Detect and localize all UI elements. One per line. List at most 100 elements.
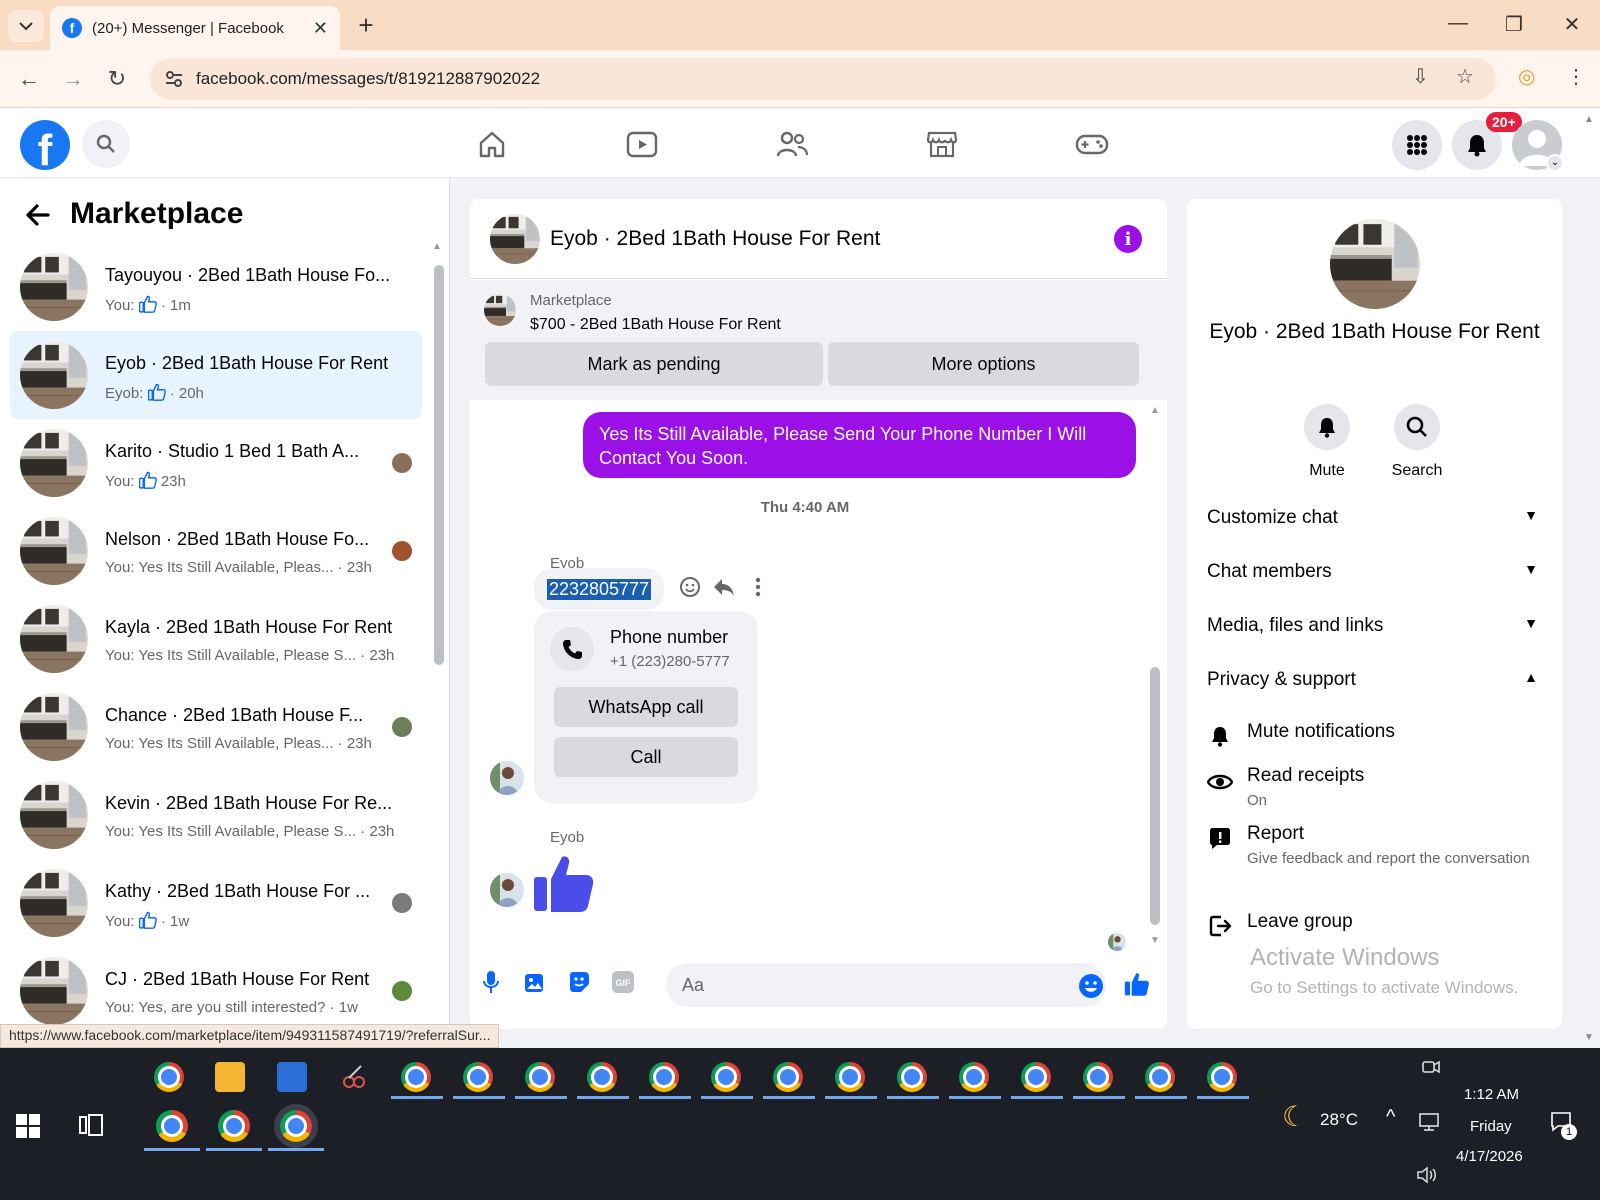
microphone-icon[interactable] [478, 969, 504, 995]
clock-day[interactable]: Friday [1470, 1118, 1512, 1135]
selected-phone-text[interactable]: 2232805777 [546, 578, 652, 600]
taskbar-app-icon[interactable] [339, 1062, 369, 1092]
send-like-icon[interactable] [1124, 971, 1150, 997]
back-icon[interactable]: ← [14, 64, 44, 94]
clock-date[interactable]: 4/17/2026 [1456, 1148, 1523, 1165]
conversation-item[interactable]: CJ · 2Bed 1Bath House For Rent You: Yes, … [10, 947, 422, 1035]
url-field[interactable]: facebook.com/messages/t/819212887902022 [150, 58, 1496, 100]
chat-scroll-up-icon[interactable]: ▲ [1150, 405, 1160, 416]
taskbar-app-icon[interactable] [463, 1062, 493, 1092]
taskbar-app-icon[interactable] [1207, 1062, 1237, 1092]
back-arrow-icon[interactable] [24, 201, 52, 237]
page-scroll-down-icon[interactable]: ▼ [1584, 1032, 1594, 1043]
customize-chat-section[interactable]: Customize chat ▼ [1207, 507, 1542, 529]
sticker-icon[interactable] [566, 969, 592, 995]
listing-small-thumbnail[interactable] [484, 294, 516, 326]
taskbar-app-icon[interactable] [835, 1062, 865, 1092]
menu-kebab-icon[interactable]: ⋮ [1566, 64, 1586, 89]
listing-title[interactable]: $700 - 2Bed 1Bath House For Rent [530, 316, 781, 334]
chat-title[interactable]: Eyob · 2Bed 1Bath House For Rent [550, 227, 880, 251]
outgoing-message[interactable]: Yes Its Still Available, Please Send You… [583, 412, 1136, 478]
taskbar-app-icon[interactable] [711, 1062, 741, 1092]
conversation-item[interactable]: Chance · 2Bed 1Bath House F... You: Yes I… [10, 683, 422, 771]
search-icon[interactable] [82, 120, 130, 168]
taskbar-pinned-chrome-icon[interactable] [156, 1110, 188, 1142]
conversation-item[interactable]: Eyob · 2Bed 1Bath House For Rent Eyob: · … [10, 331, 422, 419]
taskbar-pinned-chrome-icon[interactable] [218, 1110, 250, 1142]
conversation-item[interactable]: Tayouyou · 2Bed 1Bath House Fo... You: · … [10, 243, 422, 331]
marketplace-icon[interactable] [922, 126, 962, 162]
taskbar-pinned-chrome-icon[interactable] [274, 1104, 318, 1148]
listing-thumbnail[interactable] [490, 214, 540, 264]
taskbar-app-icon[interactable] [773, 1062, 803, 1092]
close-tab-icon[interactable]: ✕ [313, 18, 328, 39]
taskbar-app-icon[interactable] [525, 1062, 555, 1092]
home-icon[interactable] [472, 126, 512, 162]
clock-time[interactable]: 1:12 AM [1464, 1086, 1519, 1103]
chat-scroll-down-icon[interactable]: ▼ [1150, 935, 1160, 946]
taskbar-app-icon[interactable] [401, 1062, 431, 1092]
sidebar-scrollbar[interactable] [434, 265, 444, 665]
mute-action[interactable]: Mute [1287, 404, 1367, 480]
conversation-item[interactable]: Karito · Studio 1 Bed 1 Bath A... You: 23… [10, 419, 422, 507]
page-scroll-up-icon[interactable]: ▲ [1584, 114, 1594, 125]
taskbar-app-icon[interactable] [1083, 1062, 1113, 1092]
windows-start-icon[interactable] [16, 1114, 40, 1138]
show-hidden-icons-icon[interactable]: ^ [1386, 1106, 1395, 1129]
tab-list-button[interactable] [8, 10, 44, 42]
sender-avatar-2[interactable] [490, 873, 524, 907]
mark-as-pending-button[interactable]: Mark as pending [485, 342, 823, 386]
taskbar-app-icon[interactable] [897, 1062, 927, 1092]
call-button[interactable]: Call [554, 737, 738, 777]
minimize-icon[interactable]: — [1444, 12, 1472, 35]
menu-grid-icon[interactable] [1392, 120, 1442, 170]
sender-avatar[interactable] [490, 761, 524, 795]
incoming-message[interactable]: 2232805777 [534, 568, 664, 610]
taskbar-app-icon[interactable] [959, 1062, 989, 1092]
privacy-support-section[interactable]: Privacy & support ▲ [1207, 669, 1542, 691]
media-files-links-section[interactable]: Media, files and links ▼ [1207, 615, 1542, 637]
whatsapp-call-button[interactable]: WhatsApp call [554, 687, 738, 727]
bookmark-star-icon[interactable]: ☆ [1456, 64, 1474, 89]
message-input[interactable]: Aa [666, 963, 1106, 1007]
watch-icon[interactable] [622, 126, 662, 162]
bell-icon[interactable] [1304, 404, 1350, 450]
temperature[interactable]: 28°C [1320, 1110, 1358, 1130]
account-chevron-icon[interactable]: ⌄ [1546, 154, 1564, 172]
more-actions-icon[interactable] [746, 575, 770, 599]
install-app-icon[interactable]: ⇩ [1412, 64, 1429, 89]
emoji-icon[interactable] [1078, 973, 1104, 999]
chat-members-section[interactable]: Chat members ▼ [1207, 561, 1542, 583]
friends-icon[interactable] [772, 126, 812, 162]
forward-icon[interactable]: → [58, 64, 88, 94]
listing-avatar[interactable] [1330, 219, 1420, 309]
network-icon[interactable] [1418, 1112, 1440, 1137]
conversation-item[interactable]: Nelson · 2Bed 1Bath House Fo... You: Yes … [10, 507, 422, 595]
more-options-button[interactable]: More options [828, 342, 1139, 386]
restore-icon[interactable]: ❐ [1500, 12, 1528, 37]
task-view-icon[interactable] [78, 1112, 104, 1143]
react-emoji-icon[interactable] [678, 575, 702, 599]
gaming-icon[interactable] [1072, 126, 1112, 162]
conversation-item[interactable]: Kayla · 2Bed 1Bath House For Rent You: Ye… [10, 595, 422, 683]
photo-icon[interactable] [522, 969, 548, 995]
chat-scrollbar[interactable] [1150, 667, 1160, 925]
thumbs-up-like-icon[interactable] [532, 851, 596, 920]
taskbar-app-icon[interactable] [587, 1062, 617, 1092]
close-window-icon[interactable]: ✕ [1558, 12, 1586, 37]
conversation-item[interactable]: Kevin · 2Bed 1Bath House For Re... You: Y… [10, 771, 422, 859]
taskbar-app-icon[interactable] [1145, 1062, 1175, 1092]
reply-icon[interactable] [712, 575, 736, 599]
search-in-chat-icon[interactable] [1394, 404, 1440, 450]
info-icon[interactable]: i [1114, 225, 1142, 253]
browser-tab[interactable]: f (20+) Messenger | Facebook ✕ [50, 6, 340, 50]
weather-moon-icon[interactable]: ☾ [1282, 1100, 1307, 1133]
taskbar-app-icon[interactable] [649, 1062, 679, 1092]
gif-icon[interactable]: GIF [610, 969, 636, 995]
new-tab-button[interactable]: + [352, 12, 380, 40]
conversation-item[interactable]: Kathy · 2Bed 1Bath House For ... You: · 1… [10, 859, 422, 947]
taskbar-app-icon[interactable] [154, 1062, 184, 1092]
taskbar-app-icon[interactable] [215, 1062, 245, 1092]
taskbar-app-icon[interactable] [1021, 1062, 1051, 1092]
scroll-up-arrow-icon[interactable]: ▲ [432, 241, 442, 252]
